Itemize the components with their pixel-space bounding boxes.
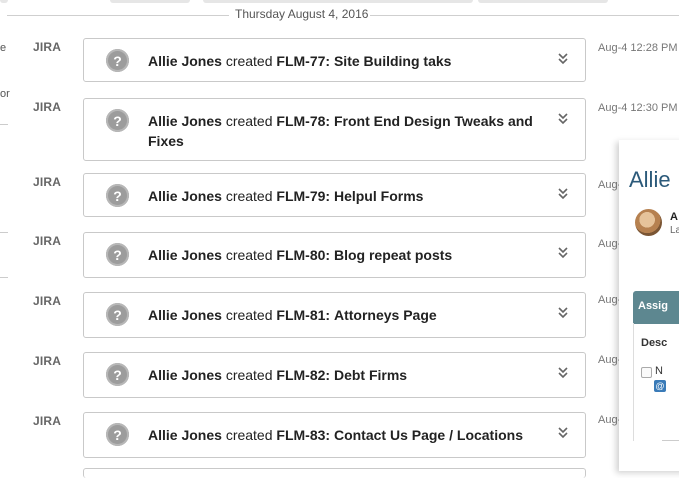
activity-card[interactable]: ? Allie Jones created FLM-82: Debt Firms [83, 352, 586, 398]
activity-card[interactable]: ? Allie Jones created FLM-81: Attorneys … [83, 292, 586, 338]
double-chevron-down-icon[interactable] [557, 306, 569, 320]
description-section: Desc N @ [633, 323, 679, 441]
activity-card[interactable]: ? Allie Jones created FLM-79: Helpul For… [83, 173, 586, 217]
double-chevron-down-icon[interactable] [557, 366, 569, 380]
mention-tag[interactable]: @ [654, 380, 666, 392]
divider [662, 440, 679, 441]
popover-title: Allie [629, 167, 671, 192]
activity-title[interactable]: Allie Jones created FLM-81: Attorneys Pa… [148, 305, 558, 325]
source-label: JIRA [33, 175, 62, 189]
activity-feed: JIRA ? Allie Jones created FLM-77: Site … [0, 0, 679, 478]
question-avatar-icon: ? [106, 184, 129, 207]
assignee-tab[interactable]: Assig [633, 291, 679, 324]
activity-title[interactable]: Allie Jones created FLM-77: Site Buildin… [148, 51, 558, 71]
activity-title[interactable]: Allie Jones created FLM-79: Helpul Forms [148, 186, 558, 206]
double-chevron-down-icon[interactable] [557, 52, 569, 66]
popover-user-name: A [670, 211, 678, 223]
question-avatar-icon: ? [106, 243, 129, 266]
activity-title[interactable]: Allie Jones created FLM-82: Debt Firms [148, 365, 558, 385]
activity-title[interactable]: Allie Jones created FLM-80: Blog repeat … [148, 245, 558, 265]
source-label: JIRA [33, 354, 62, 368]
activity-title[interactable]: Allie Jones created FLM-83: Contact Us P… [148, 425, 558, 445]
source-label: JIRA [33, 100, 62, 114]
description-label: Desc [641, 337, 668, 349]
question-avatar-icon: ? [106, 109, 129, 132]
activity-card-partial[interactable] [83, 468, 586, 478]
question-avatar-icon: ? [106, 303, 129, 326]
activity-card[interactable]: ? Allie Jones created FLM-77: Site Build… [83, 38, 586, 82]
question-avatar-icon: ? [106, 423, 129, 446]
assignee-tab-label: Assig [638, 300, 668, 312]
popover-user-subtitle: La [670, 225, 679, 236]
checkbox[interactable] [641, 367, 652, 378]
question-avatar-icon: ? [106, 363, 129, 386]
question-avatar-icon: ? [106, 49, 129, 72]
timestamp: Aug-4 12:28 PM [598, 42, 678, 54]
activity-card[interactable]: ? Allie Jones created FLM-78: Front End … [83, 98, 586, 161]
double-chevron-down-icon[interactable] [557, 426, 569, 440]
source-label: JIRA [33, 414, 62, 428]
double-chevron-down-icon[interactable] [557, 246, 569, 260]
activity-card[interactable]: ? Allie Jones created FLM-83: Contact Us… [83, 412, 586, 458]
checklist-item-text: N [655, 365, 663, 377]
source-label: JIRA [33, 40, 62, 54]
user-avatar [635, 209, 662, 236]
detail-popover: Allie A La Assig Desc N @ [619, 140, 679, 471]
source-label: JIRA [33, 234, 62, 248]
double-chevron-down-icon[interactable] [557, 187, 569, 201]
timestamp: Aug-4 12:30 PM [598, 102, 678, 114]
activity-title[interactable]: Allie Jones created FLM-78: Front End De… [148, 111, 558, 151]
double-chevron-down-icon[interactable] [557, 112, 569, 126]
source-label: JIRA [33, 294, 62, 308]
activity-card[interactable]: ? Allie Jones created FLM-80: Blog repea… [83, 232, 586, 278]
